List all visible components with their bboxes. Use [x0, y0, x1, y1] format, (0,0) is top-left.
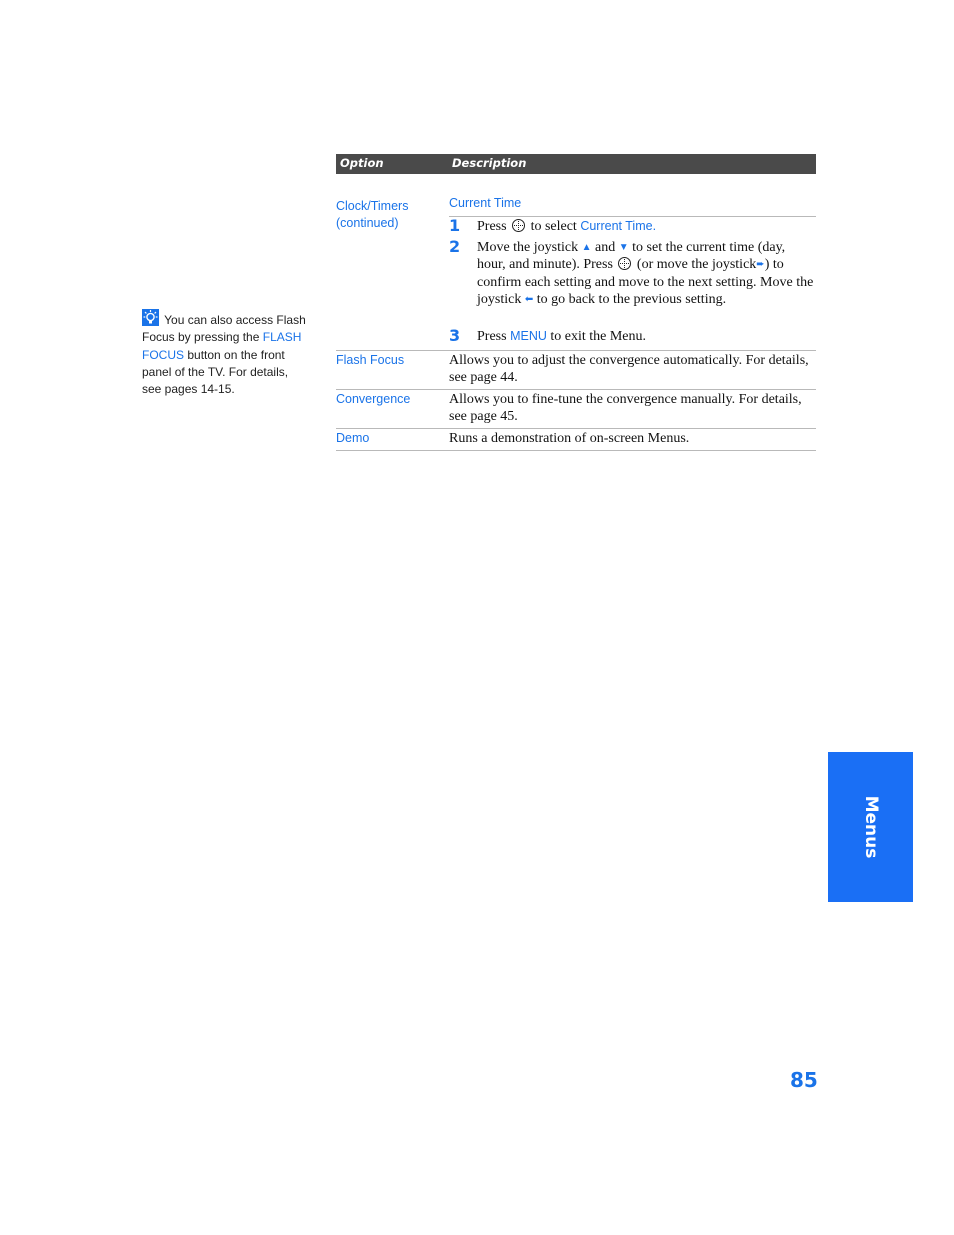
option-demo: Demo [336, 431, 370, 445]
step-text: (or move the joystick [636, 257, 757, 273]
step-number: 2 [449, 237, 461, 256]
options-table: Option Description Clock/Timers (continu… [336, 154, 816, 451]
tip-note: You can also access Flash Focus by press… [142, 309, 307, 398]
subheading-current-time: Current Time [449, 196, 522, 210]
arrow-right-icon: ➨ [756, 259, 765, 271]
step-1: 1 Press to select Current Time. [449, 216, 816, 235]
option-description: Allows you to adjust the convergence aut… [449, 353, 809, 385]
table-row: Convergence Allows you to fine-tune the … [336, 390, 816, 429]
table-header: Option Description [336, 154, 816, 174]
section-tab-label: Menus [860, 795, 881, 859]
step-text: to exit the Menu. [550, 329, 647, 344]
option-label-continued: (continued) [336, 216, 399, 230]
step-text: Press [477, 219, 507, 234]
section-tab-menus: Menus [828, 752, 913, 902]
page-number: 85 [790, 1068, 818, 1092]
option-clock-timers: Clock/Timers (continued) [336, 198, 444, 232]
option-label: Clock/Timers [336, 199, 409, 213]
table-row: Flash Focus Allows you to adjust the con… [336, 351, 816, 390]
option-description: Runs a demonstration of on-screen Menus. [449, 431, 690, 446]
menu-button-term: MENU [510, 329, 547, 343]
step-number: 3 [449, 326, 461, 345]
header-option: Option [340, 156, 384, 170]
menu-term: Current Time. [580, 219, 657, 233]
arrow-down-icon: ▼ [618, 242, 629, 253]
table-row: Clock/Timers (continued) Current Time 1 … [336, 174, 816, 351]
step-text: Press [477, 329, 507, 344]
option-convergence: Convergence [336, 392, 411, 406]
header-description: Description [452, 156, 527, 170]
step-text: and [595, 240, 616, 255]
joystick-press-icon [618, 257, 632, 271]
step-text: to select [530, 219, 577, 234]
arrow-up-icon: ▲ [581, 242, 592, 253]
joystick-press-icon [512, 219, 526, 232]
step-2: 2 Move the joystick ▲ and ▼ to set the c… [449, 237, 816, 308]
table-row: Demo Runs a demonstration of on-screen M… [336, 429, 816, 451]
step-text: to go back to the previous setting. [536, 291, 727, 307]
step-3: 3 Press MENU to exit the Menu. [449, 326, 816, 345]
divider [449, 216, 816, 217]
arrow-left-icon: ⬅ [524, 293, 534, 305]
option-description: Allows you to fine-tune the convergence … [449, 392, 802, 424]
step-text: Move the joystick [477, 240, 579, 255]
option-flash-focus: Flash Focus [336, 353, 405, 367]
lightbulb-icon [142, 309, 159, 326]
step-number: 1 [449, 216, 461, 235]
